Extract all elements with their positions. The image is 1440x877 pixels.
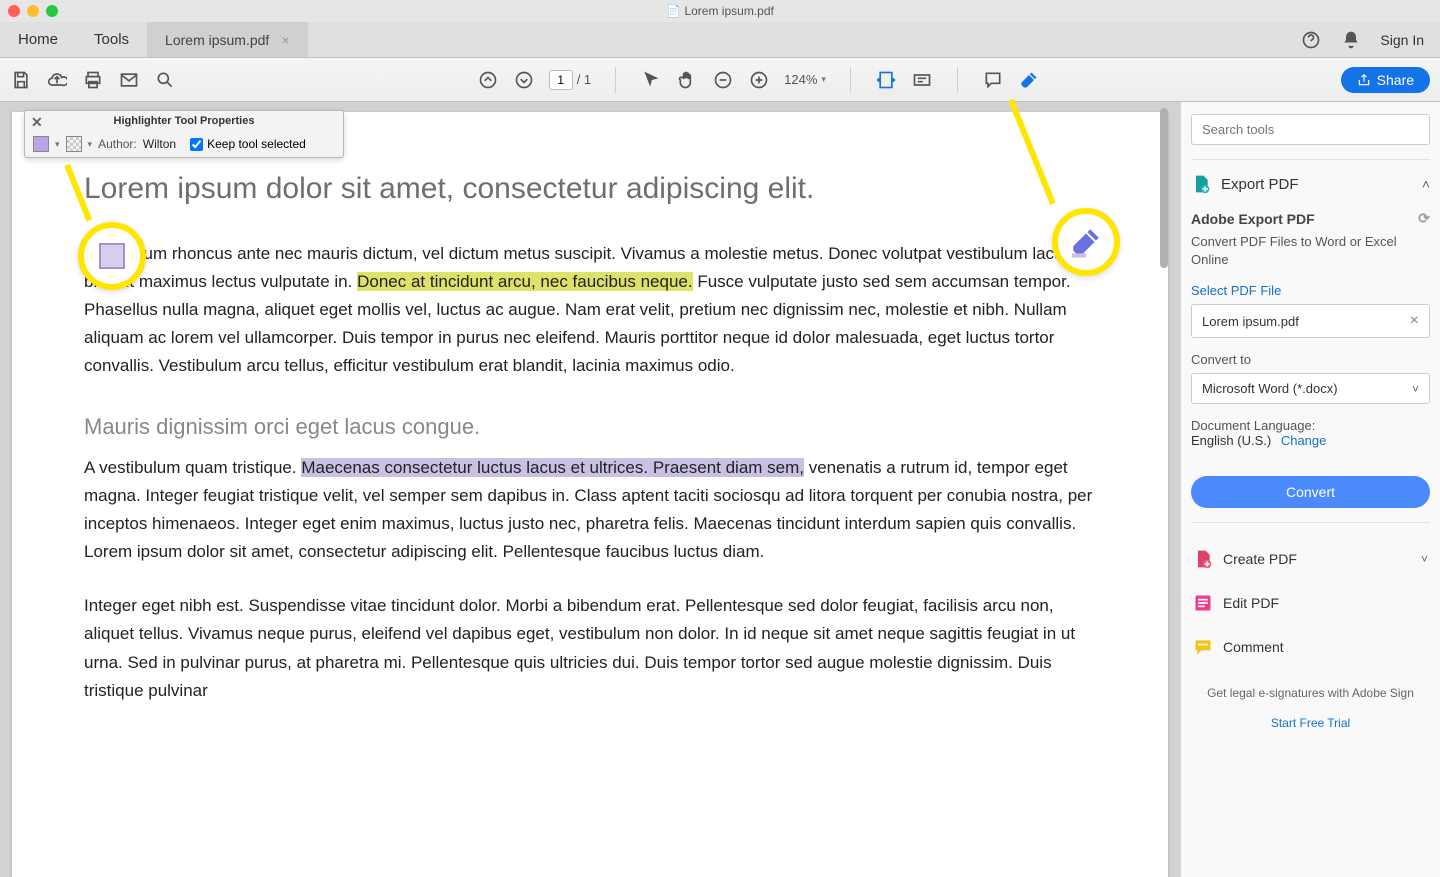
chevron-up-icon: ˄ bbox=[1422, 176, 1430, 192]
doc-subheading: Mauris dignissim orci eget lacus congue. bbox=[84, 414, 1096, 440]
tab-tools[interactable]: Tools bbox=[76, 22, 147, 57]
remove-file-icon[interactable]: × bbox=[1410, 312, 1419, 330]
share-button[interactable]: Share bbox=[1341, 67, 1430, 93]
document-page: Lorem ipsum dolor sit amet, consectetur … bbox=[12, 112, 1168, 877]
bell-icon[interactable] bbox=[1340, 29, 1362, 51]
help-icon[interactable] bbox=[1300, 29, 1322, 51]
select-pdf-link[interactable]: Select PDF File bbox=[1191, 283, 1430, 298]
color-swatch[interactable] bbox=[33, 136, 49, 152]
tab-document[interactable]: Lorem ipsum.pdf × bbox=[147, 22, 307, 57]
export-subtitle: Convert PDF Files to Word or Excel Onlin… bbox=[1191, 233, 1430, 269]
save-icon[interactable] bbox=[10, 69, 32, 91]
doc-paragraph: A vestibulum quam tristique. Maecenas co… bbox=[84, 454, 1096, 566]
page-up-icon[interactable] bbox=[477, 69, 499, 91]
comment-icon[interactable] bbox=[982, 69, 1004, 91]
refresh-icon[interactable]: ⟳ bbox=[1418, 210, 1430, 227]
cloud-upload-icon[interactable] bbox=[46, 69, 68, 91]
select-tool-icon[interactable] bbox=[640, 69, 662, 91]
tab-bar: Home Tools Lorem ipsum.pdf × Sign In bbox=[0, 22, 1440, 58]
titlebar: 📄 Lorem ipsum.pdf bbox=[0, 0, 1440, 22]
right-panel: Export PDF ˄ Adobe Export PDF ⟳ Convert … bbox=[1180, 102, 1440, 877]
window-controls bbox=[8, 5, 58, 17]
close-window[interactable] bbox=[8, 5, 20, 17]
workspace: Lorem ipsum dolor sit amet, consectetur … bbox=[0, 102, 1440, 877]
search-icon[interactable] bbox=[154, 69, 176, 91]
adobe-export-title: Adobe Export PDF ⟳ bbox=[1191, 210, 1430, 227]
titlebar-filename: 📄 Lorem ipsum.pdf bbox=[666, 4, 774, 18]
share-label: Share bbox=[1377, 72, 1414, 88]
separator bbox=[957, 67, 958, 93]
read-mode-icon[interactable] bbox=[911, 69, 933, 91]
callout-highlighter bbox=[1052, 208, 1120, 276]
page-input[interactable] bbox=[549, 70, 573, 90]
opacity-swatch[interactable] bbox=[66, 136, 82, 152]
promo-text: Get legal e-signatures with Adobe Sign bbox=[1191, 685, 1430, 702]
zoom-out-icon[interactable] bbox=[712, 69, 734, 91]
zoom-dropdown[interactable]: 124%▾ bbox=[784, 72, 826, 87]
panel-close-icon[interactable]: ✕ bbox=[31, 115, 43, 129]
doc-heading: Lorem ipsum dolor sit amet, consectetur … bbox=[84, 172, 1096, 206]
chevron-down-icon: ˅ bbox=[1412, 382, 1419, 396]
highlight-yellow[interactable]: Donec at tincidunt arcu, nec faucibus ne… bbox=[357, 272, 693, 291]
comment-tool[interactable]: Comment bbox=[1191, 625, 1430, 669]
highlight-purple[interactable]: Maecenas consectetur luctus lacus et ult… bbox=[301, 458, 804, 477]
start-trial-link[interactable]: Start Free Trial bbox=[1191, 716, 1430, 730]
keep-selected-checkbox[interactable]: Keep tool selected bbox=[190, 137, 306, 151]
color-dropdown-icon[interactable]: ▾ bbox=[55, 139, 60, 150]
fit-width-icon[interactable] bbox=[875, 69, 897, 91]
toolbar: / 1 124%▾ Share bbox=[0, 58, 1440, 102]
email-icon[interactable] bbox=[118, 69, 140, 91]
tab-close-icon[interactable]: × bbox=[281, 33, 289, 47]
author-name: Wilton bbox=[143, 137, 176, 151]
doc-paragraph: Vestibulum rhoncus ante nec mauris dictu… bbox=[84, 240, 1096, 380]
separator bbox=[850, 67, 851, 93]
author-label: Author: bbox=[98, 137, 137, 151]
change-language-link[interactable]: Change bbox=[1281, 433, 1327, 448]
panel-title: ✕ Highlighter Tool Properties bbox=[25, 111, 343, 131]
create-pdf-tool[interactable]: Create PDF˅ bbox=[1191, 537, 1430, 581]
highlighter-properties-panel: ✕ Highlighter Tool Properties ▾ ▾ Author… bbox=[24, 110, 344, 158]
zoom-window[interactable] bbox=[46, 5, 58, 17]
callout-color-swatch bbox=[78, 222, 146, 290]
file-box: Lorem ipsum.pdf × bbox=[1191, 304, 1430, 338]
chevron-down-icon: ˅ bbox=[1421, 552, 1428, 566]
doc-paragraph: Integer eget nibh est. Suspendisse vitae… bbox=[84, 592, 1096, 704]
zoom-in-icon[interactable] bbox=[748, 69, 770, 91]
page-indicator: / 1 bbox=[549, 70, 591, 90]
page-down-icon[interactable] bbox=[513, 69, 535, 91]
search-tools-input[interactable] bbox=[1191, 114, 1430, 145]
tab-document-label: Lorem ipsum.pdf bbox=[165, 32, 269, 48]
format-select[interactable]: Microsoft Word (*.docx)˅ bbox=[1191, 373, 1430, 404]
minimize-window[interactable] bbox=[27, 5, 39, 17]
export-pdf-section[interactable]: Export PDF ˄ bbox=[1191, 174, 1430, 194]
edit-pdf-tool[interactable]: Edit PDF bbox=[1191, 581, 1430, 625]
page-total: / 1 bbox=[577, 72, 591, 87]
hand-tool-icon[interactable] bbox=[676, 69, 698, 91]
highlighter-icon[interactable] bbox=[1018, 69, 1040, 91]
file-name: Lorem ipsum.pdf bbox=[1202, 314, 1299, 329]
document-area: Lorem ipsum dolor sit amet, consectetur … bbox=[0, 102, 1180, 877]
print-icon[interactable] bbox=[82, 69, 104, 91]
separator bbox=[615, 67, 616, 93]
tab-home[interactable]: Home bbox=[0, 22, 76, 57]
sign-in-link[interactable]: Sign In bbox=[1380, 32, 1424, 48]
convert-button[interactable]: Convert bbox=[1191, 476, 1430, 508]
scrollbar[interactable] bbox=[1160, 108, 1168, 268]
convert-to-label: Convert to bbox=[1191, 352, 1430, 367]
opacity-dropdown-icon[interactable]: ▾ bbox=[88, 139, 93, 150]
doc-language: Document Language: English (U.S.) Change bbox=[1191, 418, 1430, 448]
